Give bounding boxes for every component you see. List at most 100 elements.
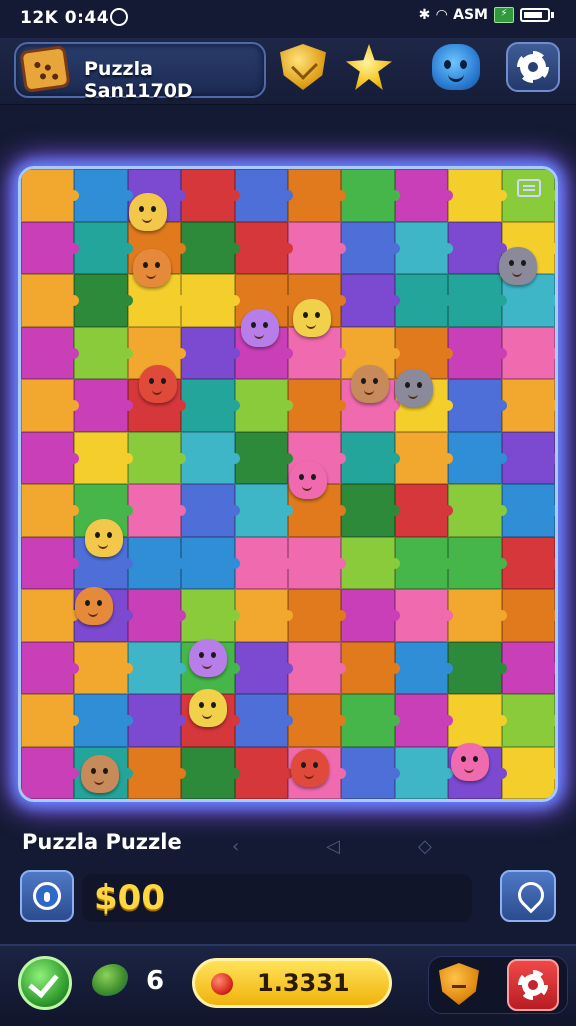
puzzle-piece[interactable] (21, 431, 80, 484)
puzzle-piece[interactable] (74, 221, 134, 274)
puzzle-piece[interactable] (501, 326, 555, 379)
critter-piece[interactable] (133, 249, 171, 287)
puzzle-piece[interactable] (127, 641, 187, 694)
puzzle-piece[interactable] (394, 641, 454, 694)
puzzle-piece[interactable] (501, 694, 555, 747)
puzzle-piece[interactable] (288, 379, 347, 432)
puzzle-piece[interactable] (288, 169, 347, 222)
puzzle-piece[interactable] (181, 274, 241, 327)
puzzle-piece[interactable] (288, 641, 347, 694)
power-button[interactable] (20, 870, 74, 922)
puzzle-piece[interactable] (448, 694, 508, 747)
puzzle-piece[interactable] (448, 431, 508, 484)
puzzle-piece[interactable] (21, 694, 80, 747)
puzzle-piece[interactable] (448, 589, 508, 642)
settings-button[interactable] (506, 42, 560, 92)
puzzle-piece[interactable] (288, 536, 347, 589)
puzzle-piece[interactable] (341, 484, 401, 537)
puzzle-piece[interactable] (234, 536, 294, 589)
critter-piece[interactable] (395, 369, 433, 407)
puzzle-piece[interactable] (21, 274, 80, 327)
location-button[interactable] (500, 870, 556, 922)
puzzle-piece[interactable] (181, 536, 241, 589)
critter-piece[interactable] (293, 299, 331, 337)
puzzle-piece[interactable] (394, 536, 454, 589)
puzzle-piece[interactable] (288, 221, 347, 274)
puzzle-piece[interactable] (341, 746, 401, 799)
badge-icon[interactable] (439, 963, 479, 1005)
puzzle-piece[interactable] (21, 169, 80, 222)
puzzle-piece[interactable] (234, 169, 294, 222)
puzzle-piece[interactable] (501, 431, 555, 484)
puzzle-piece[interactable] (127, 431, 187, 484)
critter-piece[interactable] (139, 365, 177, 403)
puzzle-piece[interactable] (501, 746, 555, 799)
puzzle-piece[interactable] (21, 379, 80, 432)
puzzle-piece[interactable] (234, 431, 294, 484)
star-icon[interactable] (346, 44, 392, 90)
puzzle-piece[interactable] (127, 536, 187, 589)
puzzle-piece[interactable] (181, 326, 241, 379)
puzzle-piece[interactable] (394, 169, 454, 222)
shield-icon[interactable] (280, 44, 326, 90)
puzzle-piece[interactable] (341, 274, 401, 327)
puzzle-piece[interactable] (501, 589, 555, 642)
puzzle-board[interactable] (18, 166, 558, 802)
puzzle-piece[interactable] (181, 746, 241, 799)
puzzle-piece[interactable] (394, 484, 454, 537)
puzzle-piece[interactable] (234, 694, 294, 747)
puzzle-piece[interactable] (21, 746, 80, 799)
puzzle-piece[interactable] (74, 326, 134, 379)
puzzle-piece[interactable] (74, 169, 134, 222)
critter-piece[interactable] (289, 461, 327, 499)
puzzle-piece[interactable] (234, 746, 294, 799)
puzzle-piece[interactable] (74, 694, 134, 747)
puzzle-piece[interactable] (21, 641, 80, 694)
puzzle-piece[interactable] (448, 536, 508, 589)
check-button[interactable] (18, 956, 72, 1010)
chevron-left-icon[interactable]: ‹ (232, 836, 239, 857)
puzzle-piece[interactable] (127, 484, 187, 537)
critter-piece[interactable] (189, 639, 227, 677)
critter-piece[interactable] (81, 755, 119, 793)
puzzle-piece[interactable] (181, 169, 241, 222)
puzzle-piece[interactable] (394, 274, 454, 327)
puzzle-piece[interactable] (341, 589, 401, 642)
puzzle-piece[interactable] (448, 379, 508, 432)
puzzle-piece[interactable] (341, 169, 401, 222)
board-menu-icon[interactable] (517, 179, 541, 197)
puzzle-piece[interactable] (181, 484, 241, 537)
critter-piece[interactable] (499, 247, 537, 285)
puzzle-piece[interactable] (21, 589, 80, 642)
puzzle-piece[interactable] (288, 694, 347, 747)
puzzle-piece[interactable] (234, 484, 294, 537)
puzzle-piece[interactable] (501, 379, 555, 432)
back-triangle-icon[interactable]: ◁ (326, 836, 340, 857)
puzzle-piece[interactable] (74, 641, 134, 694)
puzzle-piece[interactable] (21, 484, 80, 537)
critter-piece[interactable] (351, 365, 389, 403)
puzzle-piece[interactable] (341, 221, 401, 274)
puzzle-piece[interactable] (394, 746, 454, 799)
puzzle-piece[interactable] (181, 589, 241, 642)
critter-piece[interactable] (129, 193, 167, 231)
puzzle-piece[interactable] (448, 221, 508, 274)
puzzle-piece[interactable] (288, 589, 347, 642)
puzzle-piece[interactable] (21, 326, 80, 379)
puzzle-piece[interactable] (448, 484, 508, 537)
red-settings-button[interactable] (507, 959, 559, 1011)
monster-icon[interactable] (432, 44, 480, 90)
puzzle-piece[interactable] (394, 221, 454, 274)
puzzle-piece[interactable] (394, 431, 454, 484)
puzzle-piece[interactable] (21, 221, 80, 274)
puzzle-piece[interactable] (341, 694, 401, 747)
puzzle-piece[interactable] (234, 379, 294, 432)
puzzle-piece[interactable] (341, 431, 401, 484)
puzzle-piece[interactable] (234, 589, 294, 642)
puzzle-piece[interactable] (127, 694, 187, 747)
puzzle-piece[interactable] (127, 589, 187, 642)
diamond-icon[interactable]: ◇ (418, 836, 432, 857)
puzzle-piece[interactable] (74, 431, 134, 484)
critter-piece[interactable] (241, 309, 279, 347)
puzzle-piece[interactable] (448, 274, 508, 327)
